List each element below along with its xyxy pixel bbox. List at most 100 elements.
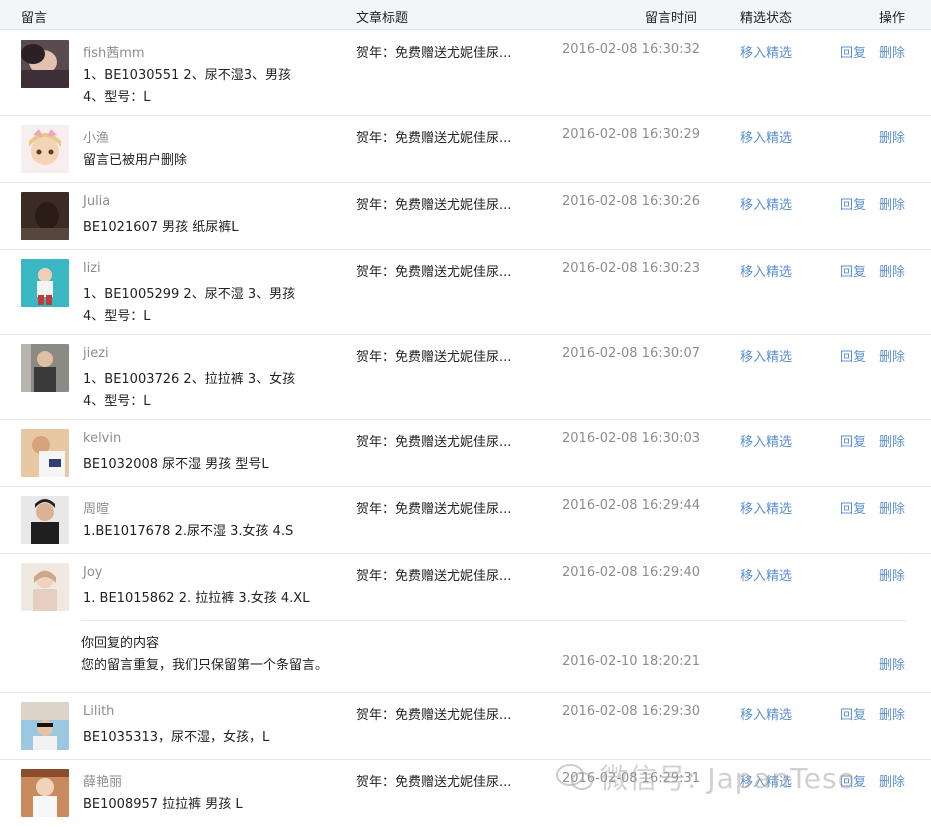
delete-button[interactable]: 删除 [879,346,905,365]
delete-button[interactable]: 删除 [879,704,905,723]
comment-text: 4、型号：L [83,394,151,409]
table-row: kelvin BE1032008 尿不湿 男孩 型号L 贺年：免费赠送尤妮佳尿.… [0,420,931,487]
comment-time: 2016-02-08 16:30:29 [562,127,701,142]
header-title: 文章标题 [356,11,409,26]
reply-button[interactable]: 回复 [840,704,866,723]
comment-text: 1. BE1015862 2. 拉拉裤 3.女孩 4.XL [83,591,310,606]
reply-button[interactable]: 回复 [840,261,866,280]
comment-text: 1、BE1005299 2、尿不湿 3、男孩 [83,287,296,302]
nickname: Lilith [83,704,115,719]
nickname: 小渔 [83,131,110,146]
avatar[interactable] [21,429,69,477]
reply-button[interactable]: 回复 [840,498,866,517]
comment-time: 2016-02-08 16:30:23 [562,261,701,276]
comment-text: BE1032008 尿不湿 男孩 型号L [83,457,269,472]
comment-text: BE1035313，尿不湿，女孩，L [83,730,270,745]
comment-time: 2016-02-08 16:29:30 [562,704,701,719]
reply-text: 您的留言重复，我们只保留第一个条留言。 [81,658,329,673]
move-to-featured-button[interactable]: 移入精选 [740,498,792,517]
table-row: 周暄 1.BE1017678 2.尿不湿 3.女孩 4.S 贺年：免费赠送尤妮佳… [0,487,931,554]
avatar[interactable] [21,496,69,544]
reply-button[interactable]: 回复 [840,42,866,61]
comment-text: 1、BE1030551 2、尿不湿3、男孩 [83,68,291,83]
delete-button[interactable]: 删除 [879,498,905,517]
nickname: lizi [83,261,101,276]
table-row: Joy 1. BE1015862 2. 拉拉裤 3.女孩 4.XL 贺年：免费赠… [0,554,931,693]
move-to-featured-button[interactable]: 移入精选 [740,194,792,213]
article-title[interactable]: 贺年：免费赠送尤妮佳尿... [356,42,511,61]
comment-text: 1、BE1003726 2、拉拉裤 3、女孩 [83,372,296,387]
move-to-featured-button[interactable]: 移入精选 [740,431,792,450]
comment-time: 2016-02-08 16:30:26 [562,194,701,209]
reply-time: 2016-02-10 18:20:21 [562,654,701,669]
delete-button[interactable]: 删除 [879,431,905,450]
delete-button[interactable]: 删除 [879,194,905,213]
table-row: fish茜mm 1、BE1030551 2、尿不湿3、男孩 4、型号：L 贺年：… [0,31,931,116]
avatar[interactable] [21,192,69,240]
comment-time: 2016-02-08 16:30:32 [562,42,701,57]
reply-button[interactable]: 回复 [840,194,866,213]
table-row: lizi 1、BE1005299 2、尿不湿 3、男孩 4、型号：L 贺年：免费… [0,250,931,335]
article-title[interactable]: 贺年：免费赠送尤妮佳尿... [356,346,511,365]
table-row: 小渔 留言已被用户删除 贺年：免费赠送尤妮佳尿... 2016-02-08 16… [0,116,931,183]
table-row: jiezi 1、BE1003726 2、拉拉裤 3、女孩 4、型号：L 贺年：免… [0,335,931,420]
move-to-featured-button[interactable]: 移入精选 [740,565,792,584]
article-title[interactable]: 贺年：免费赠送尤妮佳尿... [356,498,511,517]
nickname: Julia [83,194,111,209]
article-title[interactable]: 贺年：免费赠送尤妮佳尿... [356,431,511,450]
table-row: Lilith BE1035313，尿不湿，女孩，L 贺年：免费赠送尤妮佳尿...… [0,693,931,760]
comment-time: 2016-02-08 16:29:40 [562,565,701,580]
article-title[interactable]: 贺年：免费赠送尤妮佳尿... [356,261,511,280]
header-status: 精选状态 [740,11,793,26]
avatar[interactable] [21,702,69,750]
nickname: jiezi [83,346,109,361]
article-title[interactable]: 贺年：免费赠送尤妮佳尿... [356,704,511,723]
nickname: 薛艳丽 [83,775,123,790]
delete-button[interactable]: 删除 [879,565,905,584]
wechat-icon [556,764,593,790]
comment-text: BE1008957 拉拉裤 男孩 L [83,797,243,812]
nickname: fish茜mm [83,46,145,61]
article-title[interactable]: 贺年：免费赠送尤妮佳尿... [356,565,511,584]
delete-button[interactable]: 删除 [879,127,905,146]
comment-text: 1.BE1017678 2.尿不湿 3.女孩 4.S [83,524,294,539]
move-to-featured-button[interactable]: 移入精选 [740,127,792,146]
reply-divider [81,620,907,621]
header-time: 留言时间 [645,11,698,26]
move-to-featured-button[interactable]: 移入精选 [740,42,792,61]
comment-text: 4、型号：L [83,90,151,105]
reply-button[interactable]: 回复 [840,346,866,365]
reply-button[interactable]: 回复 [840,431,866,450]
comment-time: 2016-02-08 16:29:44 [562,498,701,513]
nickname: kelvin [83,431,122,446]
delete-button[interactable]: 删除 [879,771,905,790]
table-row: Julia BE1021607 男孩 纸尿裤L 贺年：免费赠送尤妮佳尿... 2… [0,183,931,250]
move-to-featured-button[interactable]: 移入精选 [740,261,792,280]
header-ops: 操作 [879,11,906,26]
comment-text: BE1021607 男孩 纸尿裤L [83,220,239,235]
watermark: 微信号: JapanTeso [600,762,856,795]
avatar[interactable] [21,40,69,88]
avatar[interactable] [21,344,69,392]
comment-time: 2016-02-08 16:30:03 [562,431,701,446]
move-to-featured-button[interactable]: 移入精选 [740,704,792,723]
avatar[interactable] [21,563,69,611]
comment-text: 4、型号：L [83,309,151,324]
table-header: 留言 文章标题 留言时间 精选状态 操作 [0,0,931,30]
article-title[interactable]: 贺年：免费赠送尤妮佳尿... [356,127,511,146]
avatar[interactable] [21,125,69,173]
move-to-featured-button[interactable]: 移入精选 [740,346,792,365]
header-comment: 留言 [21,11,48,26]
avatar[interactable] [21,259,69,307]
article-title[interactable]: 贺年：免费赠送尤妮佳尿... [356,771,511,790]
delete-button[interactable]: 删除 [879,42,905,61]
avatar[interactable] [21,769,69,817]
reply-label: 你回复的内容 [81,636,160,651]
nickname: 周暄 [83,502,110,517]
comment-text: 留言已被用户删除 [83,153,188,168]
comment-time: 2016-02-08 16:30:07 [562,346,701,361]
article-title[interactable]: 贺年：免费赠送尤妮佳尿... [356,194,511,213]
nickname: Joy [83,565,103,580]
delete-button[interactable]: 删除 [879,261,905,280]
delete-reply-button[interactable]: 删除 [879,654,905,673]
